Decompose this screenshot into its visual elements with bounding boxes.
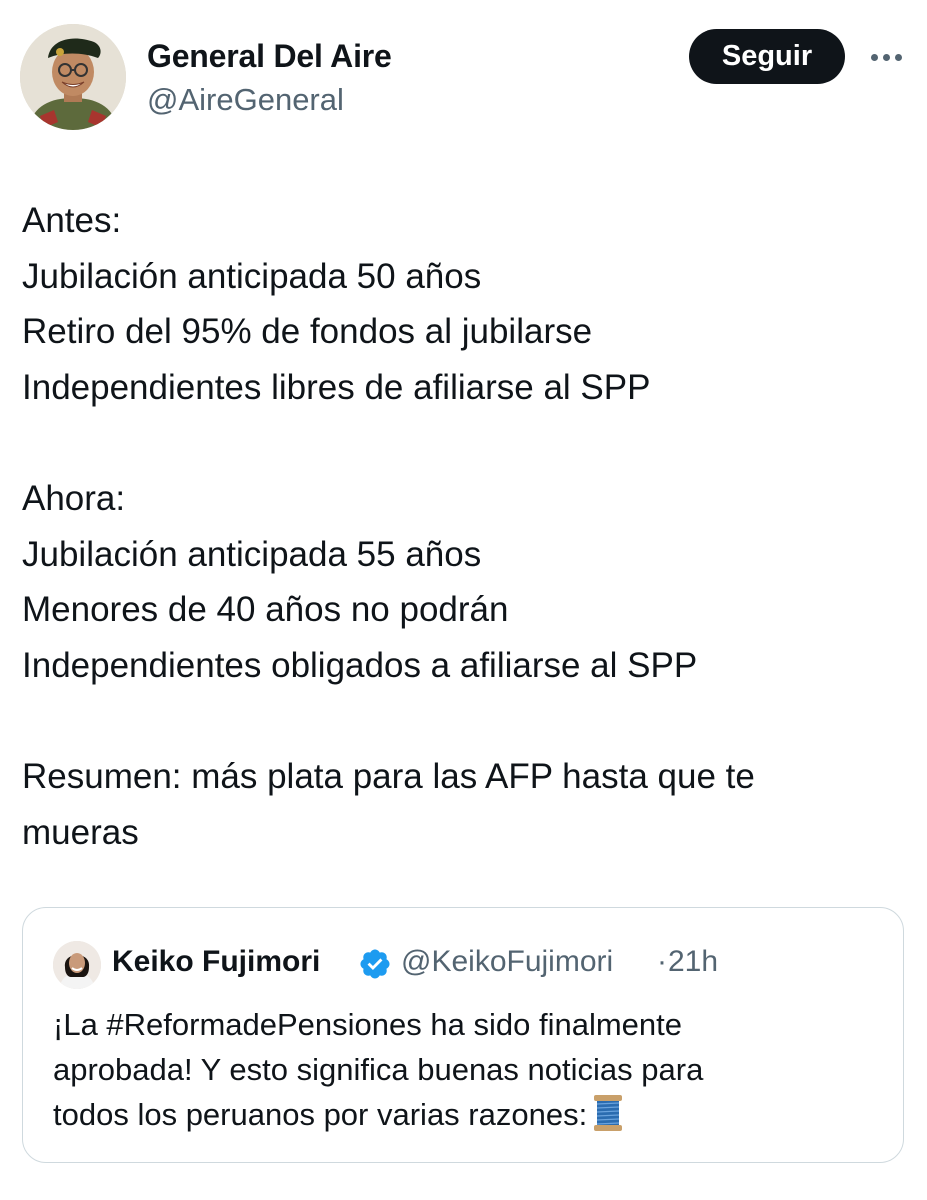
meta-separator: · — [657, 945, 667, 978]
quoted-timestamp[interactable]: 21h — [668, 945, 718, 979]
quoted-tweet-card[interactable]: Keiko Fujimori @KeikoFujimori · 21h ¡La … — [22, 907, 904, 1163]
tweet-summary: Resumen: más plata para las AFP hasta qu… — [22, 756, 755, 852]
more-options-icon[interactable] — [866, 40, 906, 74]
dot-icon — [894, 53, 902, 61]
author-avatar[interactable] — [20, 24, 126, 130]
tweet-text-line: Jubilación anticipada 55 años — [22, 534, 482, 574]
quoted-text-line-content: todos los peruanos por varias razones: — [53, 1097, 588, 1132]
quoted-text-line: aprobada! Y esto significa buenas notici… — [53, 1052, 704, 1087]
author-name[interactable]: General Del Aire — [147, 38, 392, 75]
tweet-body: Antes: Jubilación anticipada 50 años Ret… — [22, 193, 902, 860]
verified-badge-icon — [360, 949, 390, 979]
tweet-text-line: Jubilación anticipada 50 años — [22, 256, 482, 296]
tweet: General Del Aire @AireGeneral Seguir Ant… — [0, 0, 927, 1200]
quoted-text-line: todos los peruanos por varias razones: — [53, 1092, 883, 1137]
dot-icon — [870, 53, 878, 61]
quoted-author-handle[interactable]: @KeikoFujimori — [401, 945, 613, 979]
ahora-heading: Ahora: — [22, 478, 126, 518]
quoted-author-avatar[interactable] — [53, 941, 101, 989]
tweet-text-line: Retiro del 95% de fondos al jubilarse — [22, 312, 593, 352]
tweet-text-line: Independientes obligados a afiliarse al … — [22, 645, 698, 685]
profile-photo-icon — [20, 24, 126, 130]
profile-photo-icon — [53, 941, 101, 989]
author-handle[interactable]: @AireGeneral — [147, 82, 344, 118]
tweet-text-line: Independientes libres de afiliarse al SP… — [22, 367, 651, 407]
dot-icon — [882, 53, 890, 61]
quoted-author-name[interactable]: Keiko Fujimori — [112, 945, 320, 979]
tweet-text-line: Menores de 40 años no podrán — [22, 590, 509, 630]
antes-heading: Antes: — [22, 201, 122, 240]
quoted-tweet-text: ¡La #ReformadePensiones ha sido finalmen… — [53, 1002, 883, 1137]
quoted-text-line: ¡La #ReformadePensiones ha sido finalmen… — [53, 1007, 682, 1042]
follow-button[interactable]: Seguir — [689, 29, 845, 84]
thread-spool-icon — [594, 1095, 623, 1131]
